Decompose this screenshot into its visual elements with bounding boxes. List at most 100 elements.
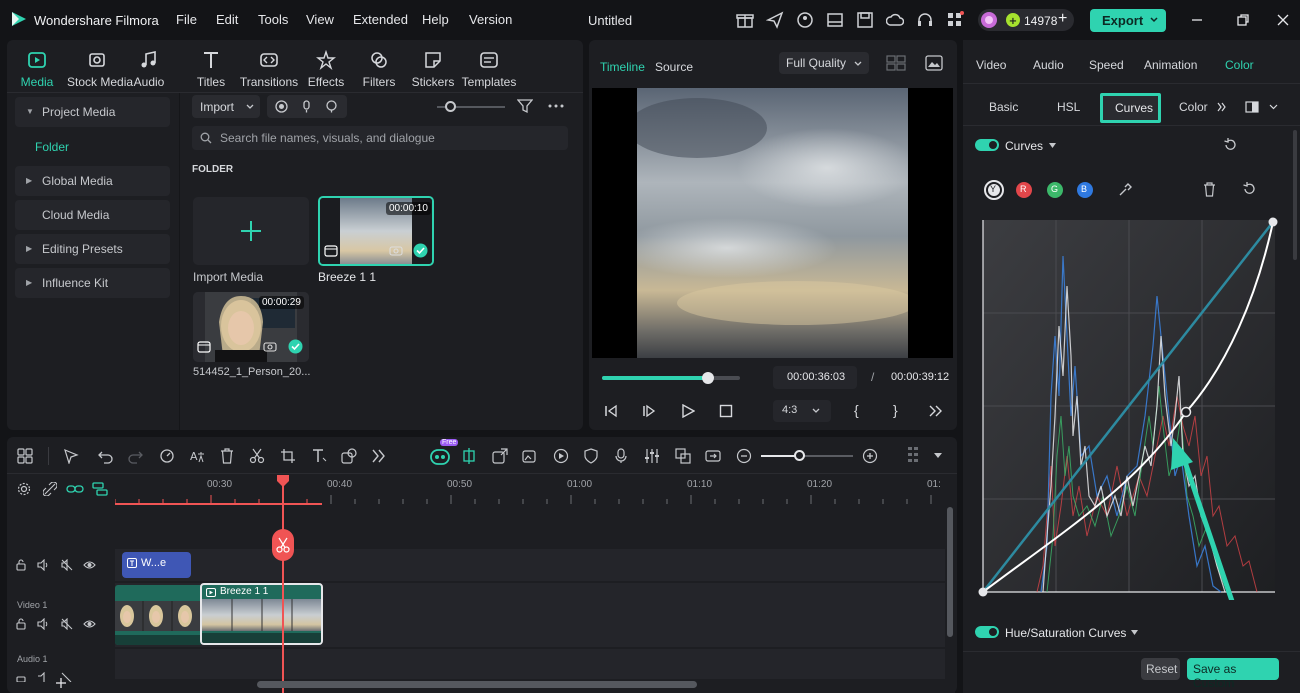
mute-track-icon[interactable] — [61, 618, 73, 630]
text-tool-icon[interactable] — [311, 448, 327, 464]
channel-r-button[interactable]: R — [1016, 182, 1032, 198]
caret-down-icon[interactable] — [1049, 143, 1056, 148]
title-clip[interactable]: W...e — [122, 552, 191, 578]
tab-audio[interactable]: Audio — [1033, 58, 1064, 72]
quality-dropdown[interactable]: Full Quality — [779, 52, 869, 74]
split-marker[interactable] — [272, 529, 294, 561]
more-tabs-icon[interactable] — [1217, 102, 1227, 112]
split-scissors-icon[interactable] — [249, 448, 265, 464]
import-dropdown[interactable]: Import — [192, 95, 260, 118]
tab-effects[interactable]: Effects — [299, 46, 353, 90]
sidebar-item-global-media[interactable]: ▶ Global Media — [15, 166, 170, 196]
replace-clip-icon[interactable] — [675, 448, 691, 464]
time-ruler[interactable]: 00:30 00:40 00:50 01:00 01:10 01:20 01: — [115, 475, 945, 505]
search-field[interactable]: Search file names, visuals, and dialogue — [192, 126, 568, 150]
image-edit-icon[interactable] — [522, 448, 538, 464]
send-icon[interactable] — [766, 11, 784, 29]
menu-edit[interactable]: Edit — [216, 12, 238, 27]
channel-g-button[interactable]: G — [1047, 182, 1063, 198]
scrollbar[interactable] — [1293, 130, 1297, 260]
layout-grid-icon[interactable] — [17, 448, 33, 464]
subtab-basic[interactable]: Basic — [989, 100, 1018, 114]
apps-grid-icon[interactable] — [946, 11, 964, 29]
lock-icon[interactable] — [15, 672, 27, 682]
playback-progress-track[interactable] — [602, 372, 740, 384]
save-as-custom-button[interactable]: Save as Custom — [1187, 658, 1279, 690]
subtab-color[interactable]: Color — [1179, 100, 1208, 114]
mark-out-icon[interactable]: } — [893, 402, 898, 418]
zoom-in-icon[interactable] — [862, 448, 878, 464]
sidebar-item-influence-kit[interactable]: ▶ Influence Kit — [15, 268, 170, 298]
caret-down-icon[interactable] — [1131, 630, 1138, 635]
tab-stickers[interactable]: Stickers — [405, 46, 461, 90]
slider-handle[interactable] — [445, 101, 456, 112]
zoom-slider-handle[interactable] — [794, 450, 805, 461]
media-clip-breeze[interactable]: 00:00:10 — [318, 196, 434, 266]
gift-icon[interactable] — [736, 11, 754, 29]
eye-icon[interactable] — [83, 618, 96, 630]
more-options-icon[interactable] — [548, 104, 564, 108]
menu-tools[interactable]: Tools — [258, 12, 288, 27]
tab-source[interactable]: Source — [655, 60, 693, 74]
close-icon[interactable] — [1274, 11, 1292, 29]
delete-icon[interactable] — [1203, 182, 1216, 197]
sidebar-item-folder[interactable]: Folder — [35, 140, 69, 154]
mute-track-icon[interactable] — [61, 559, 73, 571]
tab-timeline[interactable]: Timeline — [600, 60, 645, 74]
filter-icon[interactable] — [517, 98, 533, 114]
more-tools-icon[interactable] — [372, 449, 386, 463]
audio-mixer-icon[interactable] — [644, 448, 660, 464]
community-icon[interactable] — [796, 11, 814, 29]
channel-y-button[interactable]: Y — [984, 180, 1004, 200]
speed-icon[interactable] — [553, 448, 569, 464]
hue-saturation-toggle[interactable] — [975, 626, 999, 638]
tab-video[interactable]: Video — [976, 58, 1006, 72]
settings-gear-icon[interactable] — [17, 482, 31, 496]
speed-ramp-icon[interactable] — [159, 448, 175, 464]
track-settings-icon[interactable] — [907, 446, 923, 466]
volume-icon[interactable] — [37, 618, 50, 630]
layout-icon[interactable] — [826, 11, 844, 29]
person-video-clip[interactable] — [115, 585, 201, 645]
cloud-upload-icon[interactable] — [886, 11, 904, 29]
menu-file[interactable]: File — [176, 12, 197, 27]
current-time-box[interactable]: 00:00:36:03 — [773, 366, 857, 389]
tab-titles[interactable]: Titles — [183, 46, 239, 90]
zoom-out-icon[interactable] — [736, 448, 752, 464]
sidebar-item-cloud-media[interactable]: Cloud Media — [15, 200, 170, 230]
play-icon[interactable] — [681, 404, 695, 418]
playback-handle[interactable] — [702, 372, 715, 384]
undo-icon[interactable] — [97, 448, 113, 464]
volume-icon[interactable] — [37, 559, 50, 571]
next-frame-icon[interactable] — [642, 404, 656, 418]
eye-icon[interactable] — [83, 559, 96, 571]
ai-translate-icon[interactable]: A — [189, 448, 205, 464]
headset-icon[interactable] — [916, 11, 934, 29]
menu-version[interactable]: Version — [469, 12, 512, 27]
more-controls-icon[interactable] — [929, 405, 943, 417]
link-icon[interactable] — [66, 482, 84, 496]
record-screen-icon[interactable] — [275, 100, 288, 113]
tab-transitions[interactable]: Transitions — [239, 46, 299, 90]
subtab-hsl[interactable]: HSL — [1057, 100, 1080, 114]
tab-speed[interactable]: Speed — [1089, 58, 1124, 72]
media-clip-person[interactable]: 00:00:29 — [193, 292, 309, 362]
credits-badge[interactable]: + 14978 + — [978, 9, 1074, 31]
chevron-down-icon[interactable] — [1269, 104, 1278, 110]
snapshot-icon[interactable] — [925, 55, 943, 71]
channel-b-button[interactable]: B — [1077, 182, 1093, 198]
tab-audio[interactable]: Audio — [127, 46, 171, 90]
mask-icon[interactable] — [341, 448, 357, 464]
menu-view[interactable]: View — [306, 12, 334, 27]
tab-media[interactable]: Media — [7, 46, 67, 90]
lock-icon[interactable] — [15, 559, 27, 571]
shield-icon[interactable] — [584, 448, 598, 464]
vertical-scrollbar[interactable] — [947, 507, 953, 637]
breeze-video-clip[interactable]: Breeze 1 1 — [200, 583, 323, 645]
ai-copilot-button[interactable]: Free — [430, 439, 459, 465]
microphone-icon[interactable] — [300, 100, 313, 113]
tab-templates[interactable]: Templates — [461, 46, 517, 90]
curves-graph[interactable] — [977, 216, 1297, 600]
add-credits-icon[interactable]: + — [1058, 10, 1067, 28]
tab-stock-media[interactable]: Stock Media — [67, 46, 133, 90]
